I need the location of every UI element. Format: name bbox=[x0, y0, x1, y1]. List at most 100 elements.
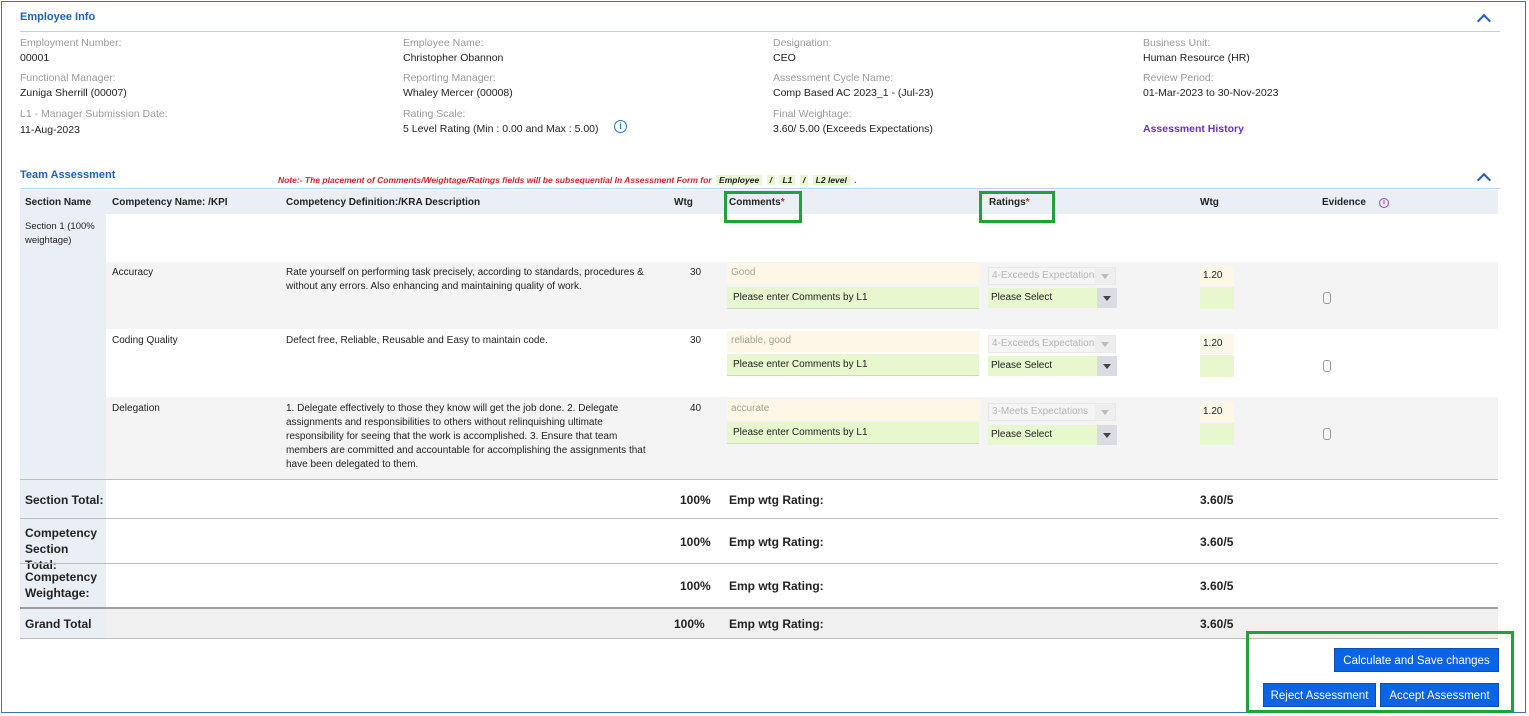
chevron-down-icon bbox=[1095, 336, 1115, 352]
employee-wtg-value: 1.20 bbox=[1200, 402, 1234, 422]
l1-submission-date-value: 11-Aug-2023 bbox=[20, 124, 80, 136]
l1-rating-select[interactable]: Please Select bbox=[988, 425, 1117, 445]
competency-section-total-label: Competency Section Total: bbox=[25, 526, 98, 572]
actions-highlight bbox=[1246, 631, 1514, 713]
grand-total-label: Grand Total bbox=[25, 617, 92, 631]
col-wtg-2: Wtg bbox=[1200, 197, 1219, 208]
emp-wtg-rating-label: Emp wtg Rating: bbox=[729, 535, 824, 549]
competency-wtg: 40 bbox=[690, 403, 702, 414]
section-label: Section 1 (100% weightage) bbox=[25, 221, 95, 246]
reporting-manager-value: Whaley Mercer (00008) bbox=[403, 87, 513, 99]
rating-scale-value: 5 Level Rating (Min : 0.00 and Max : 5.0… bbox=[403, 123, 599, 135]
employee-name-value: Christopher Obannon bbox=[403, 52, 504, 64]
chevron-down-icon bbox=[1095, 268, 1115, 284]
l1-wtg-field bbox=[1200, 287, 1234, 309]
chevron-down-icon[interactable] bbox=[1097, 356, 1117, 376]
section-total-label: Section Total: bbox=[25, 493, 104, 507]
employee-wtg-value: 1.20 bbox=[1200, 266, 1234, 286]
competency-name: Delegation bbox=[112, 403, 160, 414]
emp-wtg-rating-label: Emp wtg Rating: bbox=[729, 617, 824, 631]
l1-rating-select[interactable]: Please Select bbox=[988, 288, 1117, 308]
note-prefix: Note:- The placement of Comments/Weighta… bbox=[278, 175, 712, 185]
l1-rating-select[interactable]: Please Select bbox=[988, 356, 1117, 376]
divider bbox=[20, 31, 1500, 32]
grand-total-pct: 100% bbox=[674, 617, 705, 631]
note-tag-employee: Employee bbox=[716, 175, 763, 185]
rating-scale-label: Rating Scale: bbox=[403, 108, 466, 120]
competency-weightage-label: Competency Weightage: bbox=[25, 570, 98, 600]
note-text: Note:- The placement of Comments/Weighta… bbox=[278, 170, 857, 188]
emp-wtg-rating-label: Emp wtg Rating: bbox=[729, 579, 824, 593]
employee-rating-value: 4-Exceeds Expectations bbox=[992, 270, 1100, 281]
employee-rating-select: 4-Exceeds Expectations bbox=[988, 267, 1116, 285]
ratings-highlight bbox=[979, 191, 1055, 223]
final-weightage-label: Final Weightage: bbox=[773, 108, 852, 120]
col-definition: Competency Definition:/KRA Description bbox=[286, 197, 481, 208]
assessment-history-link[interactable]: Assessment History bbox=[1143, 123, 1244, 135]
section-total-pct: 100% bbox=[680, 493, 711, 507]
review-period-value: 01-Mar-2023 to 30-Nov-2023 bbox=[1143, 87, 1279, 99]
l1-submission-date-label: L1 - Manager Submission Date: bbox=[20, 108, 168, 120]
designation-value: CEO bbox=[773, 52, 796, 64]
note-suffix: . bbox=[854, 175, 857, 185]
competency-definition: Rate yourself on performing task precise… bbox=[286, 267, 644, 292]
l1-comment-input[interactable]: Please enter Comments by L1 bbox=[727, 287, 979, 309]
employee-rating-select: 3-Meets Expectations bbox=[988, 403, 1116, 421]
note-tag-l2: L2 level bbox=[812, 175, 850, 185]
attachment-icon[interactable] bbox=[1323, 428, 1331, 440]
competency-definition: Defect free, Reliable, Reusable and Easy… bbox=[286, 335, 548, 346]
grand-total-rating: 3.60/5 bbox=[1200, 617, 1234, 631]
l1-rating-value: Please Select bbox=[991, 360, 1053, 371]
note-tag-l1: L1 bbox=[779, 175, 796, 185]
col-evidence: Evidence bbox=[1322, 197, 1366, 208]
chevron-down-icon[interactable] bbox=[1097, 288, 1117, 308]
attachment-icon[interactable] bbox=[1323, 292, 1331, 304]
team-assessment-title: Team Assessment bbox=[20, 169, 116, 181]
functional-manager-label: Functional Manager: bbox=[20, 72, 116, 84]
employee-comment: Good bbox=[727, 263, 979, 284]
divider bbox=[20, 479, 1498, 480]
note-sep: / bbox=[766, 175, 776, 185]
employee-comment: reliable, good bbox=[727, 331, 979, 352]
attachment-icon[interactable] bbox=[1323, 360, 1331, 372]
assessment-cycle-value: Comp Based AC 2023_1 - (Jul-23) bbox=[773, 87, 934, 99]
employment-number-value: 00001 bbox=[20, 52, 50, 64]
employment-number-label: Employment Number: bbox=[20, 37, 122, 49]
l1-wtg-field bbox=[1200, 355, 1234, 377]
designation-label: Designation: bbox=[773, 37, 832, 49]
chevron-down-icon bbox=[1095, 404, 1115, 420]
employee-rating-select: 4-Exceeds Expectations bbox=[988, 335, 1116, 353]
l1-comment-input[interactable]: Please enter Comments by L1 bbox=[727, 422, 979, 444]
employee-comment: accurate bbox=[727, 399, 979, 420]
functional-manager-value: Zuniga Sherrill (00007) bbox=[20, 87, 127, 99]
col-wtg: Wtg bbox=[674, 197, 693, 208]
employee-info-title: Employee Info bbox=[20, 11, 96, 23]
l1-comment-input[interactable]: Please enter Comments by L1 bbox=[727, 354, 979, 376]
chevron-down-icon[interactable] bbox=[1097, 425, 1117, 445]
col-section-name: Section Name bbox=[25, 197, 92, 208]
competency-definition: 1. Delegate effectively to those they kn… bbox=[286, 403, 646, 470]
competency-weightage-pct: 100% bbox=[680, 579, 711, 593]
review-period-label: Review Period: bbox=[1143, 72, 1214, 84]
competency-wtg: 30 bbox=[690, 335, 702, 346]
assessment-cycle-label: Assessment Cycle Name: bbox=[773, 72, 894, 84]
section-total-rating: 3.60/5 bbox=[1200, 493, 1234, 507]
employee-name-label: Employee Name: bbox=[403, 37, 484, 49]
rating-scale-info-icon[interactable]: i bbox=[614, 120, 627, 133]
divider bbox=[20, 563, 1498, 564]
emp-wtg-rating-label: Emp wtg Rating: bbox=[729, 493, 824, 507]
competency-weightage-rating: 3.60/5 bbox=[1200, 579, 1234, 593]
competency-wtg: 30 bbox=[690, 267, 702, 278]
competency-name: Coding Quality bbox=[112, 335, 178, 346]
l1-rating-value: Please Select bbox=[991, 292, 1053, 303]
evidence-info-icon[interactable]: i bbox=[1379, 198, 1389, 208]
l1-rating-value: Please Select bbox=[991, 429, 1053, 440]
divider bbox=[20, 188, 1500, 189]
employee-rating-value: 4-Exceeds Expectations bbox=[992, 338, 1100, 349]
competency-name: Accuracy bbox=[112, 267, 154, 278]
competency-section-total-pct: 100% bbox=[680, 535, 711, 549]
business-unit-label: Business Unit: bbox=[1143, 37, 1211, 49]
divider bbox=[20, 518, 1498, 519]
reporting-manager-label: Reporting Manager: bbox=[403, 72, 496, 84]
l1-wtg-field bbox=[1200, 423, 1234, 445]
